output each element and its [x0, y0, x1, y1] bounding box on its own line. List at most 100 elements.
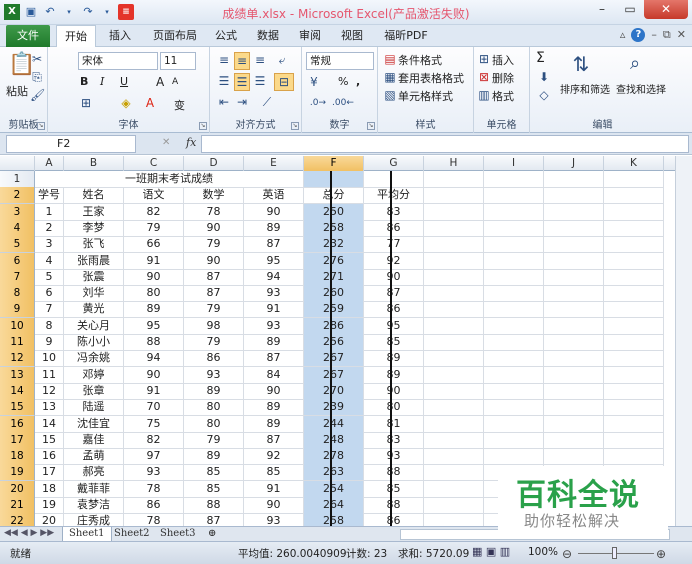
- column-header[interactable]: K: [604, 156, 664, 171]
- cell[interactable]: 邓婷: [64, 366, 124, 384]
- cell[interactable]: [544, 301, 604, 319]
- cell[interactable]: 87: [364, 285, 424, 303]
- cell[interactable]: [484, 382, 544, 400]
- doc-minimize-icon[interactable]: –: [651, 28, 657, 42]
- cell[interactable]: [604, 448, 664, 466]
- cell[interactable]: 70: [124, 399, 184, 417]
- cell[interactable]: 袁梦洁: [64, 497, 124, 514]
- cell[interactable]: [604, 415, 664, 433]
- cell[interactable]: [424, 382, 484, 400]
- cell[interactable]: 12: [35, 382, 64, 400]
- cell[interactable]: [544, 350, 604, 368]
- header-cell[interactable]: 语文: [124, 187, 184, 205]
- clipboard-expand-icon[interactable]: ↘: [37, 122, 45, 130]
- cell[interactable]: 88: [184, 497, 244, 514]
- cell[interactable]: 李梦: [64, 219, 124, 237]
- cell[interactable]: [484, 171, 544, 188]
- row-header[interactable]: 19: [0, 464, 35, 482]
- cell[interactable]: 93: [244, 317, 304, 335]
- cell[interactable]: 263: [304, 464, 364, 482]
- row-header[interactable]: 9: [0, 301, 35, 319]
- cell[interactable]: 271: [304, 268, 364, 286]
- decrease-indent-icon[interactable]: ⇤: [216, 94, 232, 110]
- format-painter-icon[interactable]: 🖌: [30, 87, 45, 103]
- cell[interactable]: 260: [304, 285, 364, 303]
- font-size-select[interactable]: 11: [160, 52, 196, 70]
- cell[interactable]: 239: [304, 399, 364, 417]
- grow-font-button[interactable]: A: [156, 75, 164, 89]
- help-icon[interactable]: ?: [631, 28, 646, 42]
- cell[interactable]: 87: [184, 268, 244, 286]
- cell[interactable]: 90: [244, 382, 304, 400]
- cut-icon[interactable]: ✂: [30, 51, 44, 67]
- cell[interactable]: 80: [364, 399, 424, 417]
- cell[interactable]: 78: [124, 513, 184, 526]
- column-header[interactable]: J: [544, 156, 604, 171]
- cell[interactable]: [484, 268, 544, 286]
- cell[interactable]: 85: [184, 480, 244, 498]
- name-box[interactable]: F2: [6, 135, 136, 153]
- align-bottom-icon[interactable]: ≡: [252, 52, 268, 68]
- cell[interactable]: [484, 236, 544, 254]
- row-header[interactable]: 12: [0, 350, 35, 368]
- cell[interactable]: 88: [124, 334, 184, 351]
- cell[interactable]: 张飞: [64, 236, 124, 254]
- cell[interactable]: 89: [124, 301, 184, 319]
- cell[interactable]: 14: [35, 415, 64, 433]
- cell[interactable]: [544, 171, 604, 188]
- cell[interactable]: [424, 203, 484, 221]
- align-top-icon[interactable]: ≡: [216, 52, 232, 68]
- cell-styles-icon[interactable]: ▧: [382, 87, 398, 103]
- tab-review[interactable]: 审阅: [292, 25, 328, 47]
- wrap-text-icon[interactable]: ⤶: [274, 52, 290, 68]
- cell[interactable]: 80: [124, 285, 184, 303]
- cell[interactable]: 郝亮: [64, 464, 124, 482]
- number-format-select[interactable]: 常规: [306, 52, 374, 70]
- cell[interactable]: 15: [35, 431, 64, 449]
- cell[interactable]: [604, 171, 664, 188]
- find-select-button[interactable]: 查找和选择: [616, 81, 666, 96]
- cell[interactable]: 254: [304, 480, 364, 498]
- cell[interactable]: [424, 399, 484, 417]
- cell[interactable]: [484, 219, 544, 237]
- cell[interactable]: 87: [244, 431, 304, 449]
- row-header[interactable]: 4: [0, 219, 35, 237]
- cell[interactable]: 87: [184, 285, 244, 303]
- merged-title-cell[interactable]: 一班期末考试成绩: [35, 171, 304, 188]
- cell[interactable]: 16: [35, 448, 64, 466]
- cell[interactable]: [424, 431, 484, 449]
- cell[interactable]: 93: [124, 464, 184, 482]
- row-header[interactable]: 13: [0, 366, 35, 384]
- cell[interactable]: 92: [244, 448, 304, 466]
- cell[interactable]: [424, 366, 484, 384]
- tab-page-layout[interactable]: 页面布局: [146, 25, 204, 47]
- cell[interactable]: 86: [364, 513, 424, 526]
- header-cell[interactable]: [544, 187, 604, 205]
- cell[interactable]: 78: [184, 203, 244, 221]
- cell[interactable]: 95: [364, 317, 424, 335]
- underline-button[interactable]: U: [120, 75, 128, 88]
- cell[interactable]: 11: [35, 366, 64, 384]
- tab-view[interactable]: 视图: [334, 25, 370, 47]
- font-color-icon[interactable]: A: [142, 95, 158, 111]
- cell[interactable]: [544, 431, 604, 449]
- cell[interactable]: 79: [184, 334, 244, 351]
- align-left-icon[interactable]: ☰: [216, 73, 232, 89]
- cell[interactable]: 250: [304, 203, 364, 221]
- cell[interactable]: 87: [244, 350, 304, 368]
- cell[interactable]: 91: [244, 301, 304, 319]
- header-cell[interactable]: 平均分: [364, 187, 424, 205]
- cell[interactable]: 王家: [64, 203, 124, 221]
- cell[interactable]: 嘉佳: [64, 431, 124, 449]
- cell[interactable]: 89: [364, 350, 424, 368]
- zoom-slider-thumb[interactable]: [612, 547, 617, 559]
- cell[interactable]: [484, 431, 544, 449]
- cell[interactable]: 庄秀成: [64, 513, 124, 526]
- cell[interactable]: 刘华: [64, 285, 124, 303]
- font-expand-icon[interactable]: ↘: [199, 122, 207, 130]
- cell[interactable]: 陈小小: [64, 334, 124, 351]
- sheet-tab-1[interactable]: Sheet1: [62, 527, 112, 542]
- row-header[interactable]: 21: [0, 497, 35, 514]
- cell[interactable]: 89: [244, 334, 304, 351]
- clear-icon[interactable]: ◇: [536, 87, 552, 103]
